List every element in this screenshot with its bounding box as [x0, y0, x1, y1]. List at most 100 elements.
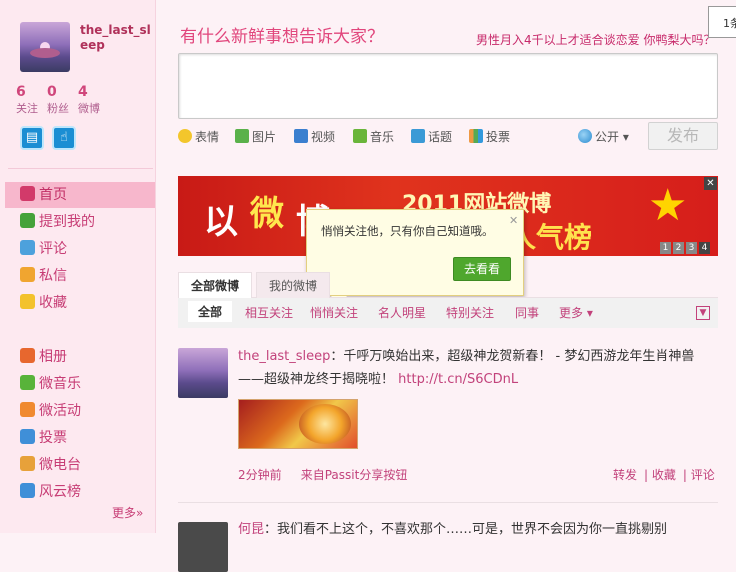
nav-comments-label: 评论 — [39, 241, 67, 257]
nav-more-link[interactable]: 更多» — [112, 504, 143, 521]
close-icon[interactable]: ✕ — [509, 214, 518, 227]
filter-more-label: 更多 — [559, 306, 584, 320]
nav-mentions-label: 提到我的 — [39, 214, 95, 230]
stat-following[interactable]: 6 关注 — [16, 84, 44, 116]
tool-video[interactable]: 视频 — [294, 128, 335, 145]
filter-secret[interactable]: 悄悄关注 — [310, 304, 358, 321]
post-thumbnail[interactable] — [238, 399, 358, 449]
mail-icon — [20, 267, 35, 282]
repost-link[interactable]: 转发 — [613, 468, 637, 482]
document-icon[interactable]: ▤ — [20, 126, 44, 150]
dragon-graphic — [299, 404, 351, 444]
tool-music-label: 音乐 — [370, 130, 395, 144]
radio-icon — [20, 456, 35, 471]
visibility-label: 公开 — [595, 130, 620, 144]
nav-favorites[interactable]: 收藏 — [5, 290, 155, 316]
banner-char-2: 微 — [250, 194, 284, 234]
banner-char-1: 以 — [204, 202, 238, 242]
tab-all-posts[interactable]: 全部微博 — [178, 272, 253, 298]
star-icon: ★ — [648, 180, 688, 231]
image-icon — [235, 129, 249, 143]
comment-link[interactable]: 评论 — [691, 468, 715, 482]
tool-topic[interactable]: 话题 — [411, 128, 452, 145]
filter-special[interactable]: 特别关注 — [446, 304, 494, 321]
favorite-link[interactable]: 收藏 — [652, 468, 676, 482]
photo-icon — [20, 348, 35, 363]
chevron-down-icon: ▾ — [586, 306, 593, 320]
nav-vote-label: 投票 — [39, 430, 67, 446]
tool-image-label: 图片 — [252, 130, 277, 144]
stat-followers-label: 粉丝 — [47, 102, 69, 115]
post-url-link[interactable]: http://t.cn/S6CDnL — [398, 372, 518, 387]
nav-music-label: 微音乐 — [39, 376, 81, 392]
globe-icon — [578, 129, 592, 143]
video-icon — [294, 129, 308, 143]
feed-tabs: 全部微博 我的微博 — [178, 272, 718, 298]
home-icon — [20, 186, 35, 201]
tool-music[interactable]: 音乐 — [353, 128, 394, 145]
tool-vote[interactable]: 投票 — [469, 128, 510, 145]
smiley-icon — [178, 129, 192, 143]
post-content: 何昆：我们看不上这个，不喜欢那个……可是，世界不会因为你一直挑剔别 — [238, 518, 718, 537]
compose-hint-link[interactable]: 男性月入4千以上才适合谈恋爱 你鸭梨大吗？ — [476, 31, 715, 48]
tool-emoticon-label: 表情 — [195, 130, 220, 144]
banner-page-3[interactable]: 3 — [686, 242, 697, 254]
tool-topic-label: 话题 — [428, 130, 453, 144]
collapse-icon[interactable]: ▼ — [696, 306, 710, 320]
sidebar: the_last_sleep 6 关注 0 粉丝 4 微博 ▤ ☝ 首页 提到我的 评… — [0, 0, 156, 533]
post-divider — [178, 502, 718, 503]
post-text: ：我们看不上这个，不喜欢那个……可是，世界不会因为你一直挑剔别 — [264, 522, 668, 537]
visibility-dropdown[interactable]: 公开 ▾ — [578, 128, 629, 145]
nav-music[interactable]: 微音乐 — [5, 371, 155, 397]
nav-ranking[interactable]: 风云榜 — [5, 479, 155, 505]
at-icon — [20, 213, 35, 228]
nav-mentions[interactable]: 提到我的 — [5, 209, 155, 235]
nav-album[interactable]: 相册 — [5, 344, 155, 370]
chevron-down-icon: ▾ — [622, 130, 629, 144]
sidebar-divider — [8, 168, 153, 169]
nav-home[interactable]: 首页 — [5, 182, 155, 208]
post-content: the_last_sleep：千呼万唤始出来，超级神龙贺新春！ - 梦幻西游龙年… — [238, 345, 718, 391]
filter-colleague[interactable]: 同事 — [515, 304, 539, 321]
compose-textarea[interactable] — [178, 53, 718, 119]
nav-events-label: 微活动 — [39, 403, 81, 419]
filter-mutual[interactable]: 相互关注 — [245, 304, 293, 321]
compose-title: 有什么新鲜事想告诉大家？ — [180, 27, 384, 47]
nav-radio[interactable]: 微电台 — [5, 452, 155, 478]
tool-image[interactable]: 图片 — [235, 128, 276, 145]
post-avatar[interactable] — [178, 348, 228, 398]
hand-icon[interactable]: ☝ — [52, 126, 76, 150]
publish-button[interactable]: 发布 — [648, 122, 718, 150]
nav-home-label: 首页 — [39, 187, 67, 203]
banner-page-4[interactable]: 4 — [699, 242, 710, 254]
music-note-icon — [353, 129, 367, 143]
counter-box: 1条 — [708, 6, 736, 38]
avatar[interactable] — [20, 22, 70, 72]
filter-celebrity[interactable]: 名人明星 — [378, 304, 426, 321]
post-author-link[interactable]: the_last_sleep — [238, 349, 330, 364]
tooltip-text: 悄悄关注他，只有你自己知道哦。 — [321, 224, 494, 238]
filter-more[interactable]: 更多 ▾ — [559, 304, 593, 321]
post-time[interactable]: 2分钟前 — [238, 468, 282, 482]
banner-page-2[interactable]: 2 — [673, 242, 684, 254]
banner-page-1[interactable]: 1 — [660, 242, 671, 254]
stat-posts[interactable]: 4 微博 — [78, 84, 106, 116]
nav-vote[interactable]: 投票 — [5, 425, 155, 451]
post-source[interactable]: 来自Passit分享按钮 — [301, 468, 408, 482]
username[interactable]: the_last_sleep — [80, 23, 154, 53]
nav-comments[interactable]: 评论 — [5, 236, 155, 262]
post-avatar[interactable] — [178, 522, 228, 572]
ranking-icon — [20, 483, 35, 498]
stat-following-label: 关注 — [16, 102, 38, 115]
stat-followers[interactable]: 0 粉丝 — [47, 84, 75, 116]
tab-my-posts[interactable]: 我的微博 — [256, 272, 331, 298]
filter-all[interactable]: 全部 — [188, 301, 233, 322]
close-icon[interactable]: ✕ — [704, 177, 717, 190]
post-author-link[interactable]: 何昆 — [238, 522, 264, 537]
star-icon — [20, 294, 35, 309]
nav-messages[interactable]: 私信 — [5, 263, 155, 289]
stat-posts-label: 微博 — [78, 102, 100, 115]
nav-events[interactable]: 微活动 — [5, 398, 155, 424]
tool-emoticon[interactable]: 表情 — [178, 128, 219, 145]
chart-icon — [20, 429, 35, 444]
